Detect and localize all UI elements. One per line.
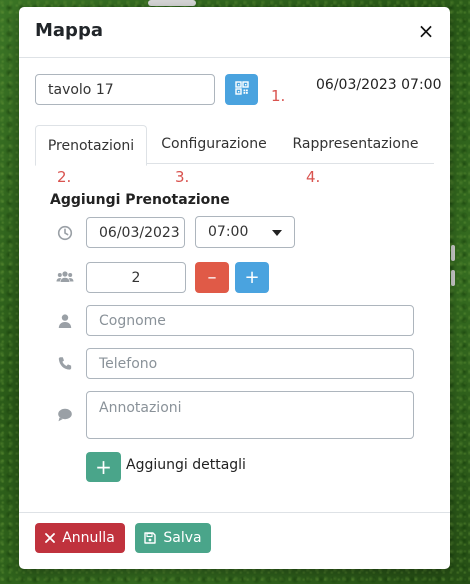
- surname-field[interactable]: Cognome: [86, 305, 414, 336]
- comment-icon: [57, 407, 73, 423]
- step-label-1: 1.: [271, 87, 286, 105]
- minus-icon: –: [207, 267, 217, 288]
- qrcode-icon: [234, 80, 249, 99]
- surname-placeholder: Cognome: [99, 312, 166, 329]
- notes-placeholder: Annotazioni: [99, 400, 182, 416]
- notes-textarea[interactable]: Annotazioni: [86, 391, 414, 439]
- floppy-disk-icon: [144, 532, 157, 544]
- background-widget: [451, 245, 455, 261]
- save-button[interactable]: Salva: [135, 523, 211, 553]
- x-icon: [45, 533, 56, 543]
- guests-value: 2: [131, 269, 141, 286]
- plus-icon: +: [95, 455, 112, 479]
- section-title: Aggiungi Prenotazione: [50, 192, 230, 208]
- close-button[interactable]: ×: [414, 19, 438, 43]
- users-icon: [56, 269, 74, 285]
- modal-title: Mappa: [35, 20, 103, 41]
- map-modal: Mappa × tavolo 17 1. 06/03/2023 07:00 Pr…: [19, 7, 450, 569]
- user-icon: [57, 313, 73, 329]
- phone-icon: [57, 356, 73, 372]
- tab-prenotazioni[interactable]: Prenotazioni: [35, 125, 147, 166]
- background-widget: [148, 0, 196, 6]
- phone-field[interactable]: Telefono: [86, 348, 414, 379]
- decrement-button[interactable]: –: [195, 262, 229, 293]
- tab-label: Rappresentazione: [292, 136, 419, 152]
- plus-icon: +: [244, 267, 260, 288]
- add-details-label[interactable]: Aggiungi dettagli: [126, 457, 246, 473]
- qrcode-button[interactable]: [225, 74, 258, 105]
- step-label-3: 3.: [175, 168, 190, 186]
- tab-label: Configurazione: [161, 136, 267, 152]
- add-details-button[interactable]: +: [86, 452, 121, 482]
- time-select[interactable]: 07:00: [195, 216, 295, 248]
- save-label: Salva: [163, 530, 202, 546]
- background-widget: [451, 270, 455, 286]
- clock-icon: [57, 225, 73, 241]
- reservation-datetime: 06/03/2023 07:00: [316, 77, 442, 93]
- date-input[interactable]: 06/03/2023: [86, 217, 185, 248]
- date-value: 06/03/2023: [99, 224, 180, 241]
- footer-divider: [19, 512, 450, 513]
- step-label-2: 2.: [57, 168, 72, 186]
- tab-label: Prenotazioni: [47, 137, 135, 154]
- table-name-input[interactable]: tavolo 17: [35, 74, 215, 105]
- cancel-button[interactable]: Annulla: [35, 523, 125, 553]
- modal-header: Mappa ×: [19, 7, 450, 58]
- tab-rappresentazione[interactable]: Rappresentazione: [283, 125, 428, 163]
- phone-placeholder: Telefono: [99, 355, 158, 372]
- time-value: 07:00: [208, 224, 249, 240]
- caret-down-icon: [272, 224, 282, 240]
- cancel-label: Annulla: [62, 530, 115, 546]
- step-label-4: 4.: [306, 168, 321, 186]
- tab-configurazione[interactable]: Configurazione: [150, 125, 278, 163]
- guests-input[interactable]: 2: [86, 262, 186, 293]
- increment-button[interactable]: +: [235, 262, 269, 293]
- table-name-value: tavolo 17: [48, 81, 114, 98]
